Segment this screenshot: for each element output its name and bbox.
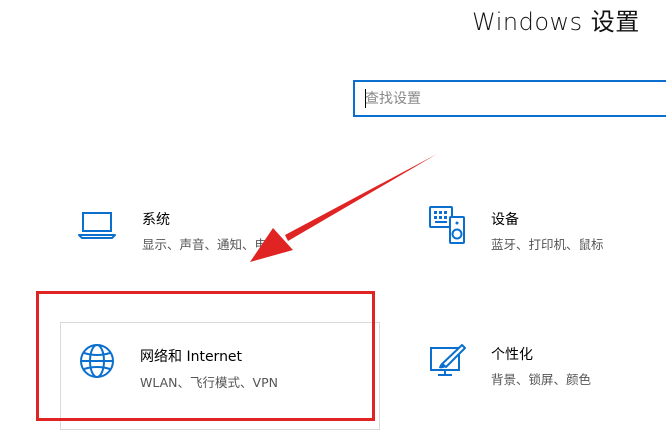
text-caret (365, 89, 366, 108)
tile-devices-name: 设备 (491, 212, 519, 228)
page-title: Windows 设置 (472, 8, 640, 36)
tile-devices-desc: 蓝牙、打印机、鼠标 (491, 237, 604, 252)
tile-devices[interactable]: 设备 蓝牙、打印机、鼠标 (420, 195, 666, 265)
tile-network-internet[interactable]: 网络和 Internet WLAN、飞行模式、VPN (60, 322, 380, 430)
tile-system[interactable]: 系统 显示、声音、通知、电源 (60, 195, 360, 265)
personalization-icon (428, 342, 468, 382)
tile-personalization[interactable]: 个性化 背景、锁屏、颜色 (420, 330, 666, 400)
laptop-icon (78, 209, 118, 245)
tile-network-name: 网络和 Internet (140, 349, 243, 365)
devices-icon (428, 203, 468, 251)
tile-personalization-name: 个性化 (491, 347, 533, 363)
tile-personalization-desc: 背景、锁屏、颜色 (491, 372, 592, 387)
globe-icon (78, 342, 116, 384)
tile-network-desc: WLAN、飞行模式、VPN (140, 375, 278, 390)
search-box[interactable] (353, 80, 666, 117)
tile-system-name: 系统 (142, 212, 170, 228)
search-input[interactable] (365, 82, 665, 115)
tile-system-desc: 显示、声音、通知、电源 (142, 237, 280, 252)
